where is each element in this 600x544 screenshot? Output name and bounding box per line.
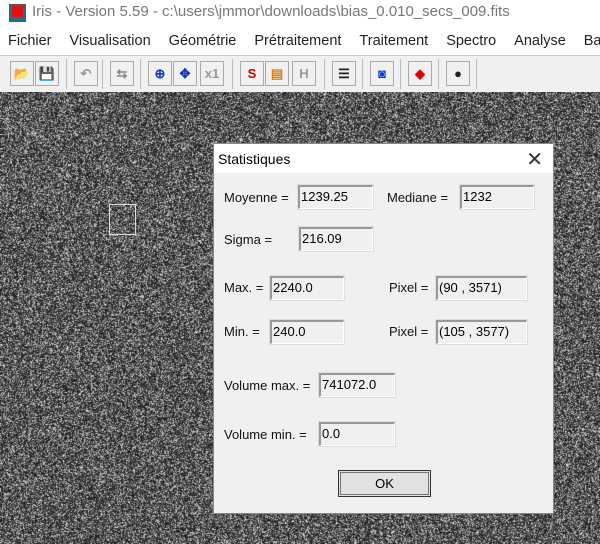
menu-geometrie[interactable]: Géométrie — [169, 29, 237, 54]
dialog-title: Statistiques — [218, 151, 290, 167]
palette-icon: ▤ — [271, 66, 283, 82]
open-folder-icon: 📂 — [14, 66, 30, 82]
statistiques-dialog: Statistiques ✕ Moyenne = 1239.25 Mediane… — [213, 143, 554, 514]
center-target-button[interactable]: ⊕ — [148, 61, 172, 86]
toolbar: 📂 💾 ↶ ⇆ ⊕ ✥ x1 S ▤ H ☰ ◙ ◆ ● — [0, 55, 600, 92]
undo-icon: ↶ — [81, 66, 92, 82]
menu-analyse[interactable]: Analyse — [514, 29, 566, 54]
min-pixel-label: Pixel = — [389, 324, 428, 339]
max-pixel-label: Pixel = — [389, 280, 428, 295]
histogram-h-button[interactable]: H — [292, 61, 316, 86]
palette-button[interactable]: ▤ — [265, 61, 289, 86]
toolbar-separator — [324, 59, 325, 89]
undo-button[interactable]: ↶ — [74, 61, 98, 86]
open-folder-button[interactable]: 📂 — [10, 61, 34, 86]
volume-min-field[interactable]: 0.0 — [319, 422, 395, 446]
toolbar-separator — [438, 59, 439, 89]
selection-rectangle[interactable] — [109, 204, 136, 235]
sigma-label: Sigma = — [224, 232, 272, 247]
toolbar-separator — [362, 59, 363, 89]
refresh-red-button[interactable]: S — [240, 61, 264, 86]
toolbar-separator — [140, 59, 141, 89]
ok-button[interactable]: OK — [338, 470, 431, 497]
blue-diamond-icon: ◆ — [415, 66, 425, 82]
mediane-field[interactable]: 1232 — [460, 185, 534, 209]
max-label: Max. = — [224, 280, 263, 295]
red-dot-button[interactable]: ● — [446, 61, 470, 86]
title-bar: Iris - Version 5.59 - c:\users\jmmor\dow… — [0, 0, 600, 29]
toolbar-separator — [232, 59, 233, 89]
volume-max-field[interactable]: 741072.0 — [319, 373, 395, 397]
zoom-x1-icon: x1 — [205, 66, 219, 81]
sigma-field[interactable]: 216.09 — [299, 227, 373, 251]
min-label: Min. = — [224, 324, 260, 339]
threshold-button[interactable]: ⇆ — [110, 61, 134, 86]
menu-spectro[interactable]: Spectro — [446, 29, 496, 54]
menu-ba[interactable]: Ba — [584, 29, 600, 54]
toolbar-separator — [476, 59, 477, 89]
app-icon — [9, 4, 26, 22]
dialog-title-bar[interactable]: Statistiques ✕ — [214, 144, 553, 173]
max-field[interactable]: 2240.0 — [270, 276, 344, 300]
window-title: Iris - Version 5.59 - c:\users\jmmor\dow… — [32, 3, 510, 20]
volume-max-label: Volume max. = — [224, 378, 310, 393]
mediane-label: Mediane = — [387, 190, 448, 205]
menu-visualisation[interactable]: Visualisation — [70, 29, 151, 54]
max-pixel-field[interactable]: (90 , 3571) — [436, 276, 527, 300]
save-button[interactable]: 💾 — [35, 61, 59, 86]
moyenne-label: Moyenne = — [224, 190, 289, 205]
move-arrows-button[interactable]: ✥ — [173, 61, 197, 86]
threshold-icon: ⇆ — [117, 66, 128, 82]
refresh-red-icon: S — [248, 66, 257, 81]
moyenne-field[interactable]: 1239.25 — [298, 185, 373, 209]
menu-fichier[interactable]: Fichier — [8, 29, 52, 54]
camera-icon: ◙ — [378, 66, 386, 81]
move-arrows-icon: ✥ — [180, 66, 191, 82]
min-pixel-field[interactable]: (105 , 3577) — [436, 320, 527, 344]
menu-traitement[interactable]: Traitement — [359, 29, 428, 54]
blue-diamond-button[interactable]: ◆ — [408, 61, 432, 86]
list-icon: ☰ — [338, 66, 350, 82]
toolbar-separator — [66, 59, 67, 89]
close-icon[interactable]: ✕ — [526, 147, 543, 172]
toolbar-separator — [102, 59, 103, 89]
histogram-h-icon: H — [299, 66, 308, 81]
center-target-icon: ⊕ — [155, 66, 166, 82]
camera-button[interactable]: ◙ — [370, 61, 394, 86]
red-dot-icon: ● — [454, 66, 462, 81]
zoom-x1-button[interactable]: x1 — [200, 61, 224, 86]
save-icon: 💾 — [39, 66, 55, 82]
menu-pretraitement[interactable]: Prétraitement — [254, 29, 341, 54]
toolbar-separator — [400, 59, 401, 89]
menu-bar: Fichier Visualisation Géométrie Prétrait… — [0, 29, 600, 54]
list-button[interactable]: ☰ — [332, 61, 356, 86]
min-field[interactable]: 240.0 — [270, 320, 344, 344]
volume-min-label: Volume min. = — [224, 427, 307, 442]
